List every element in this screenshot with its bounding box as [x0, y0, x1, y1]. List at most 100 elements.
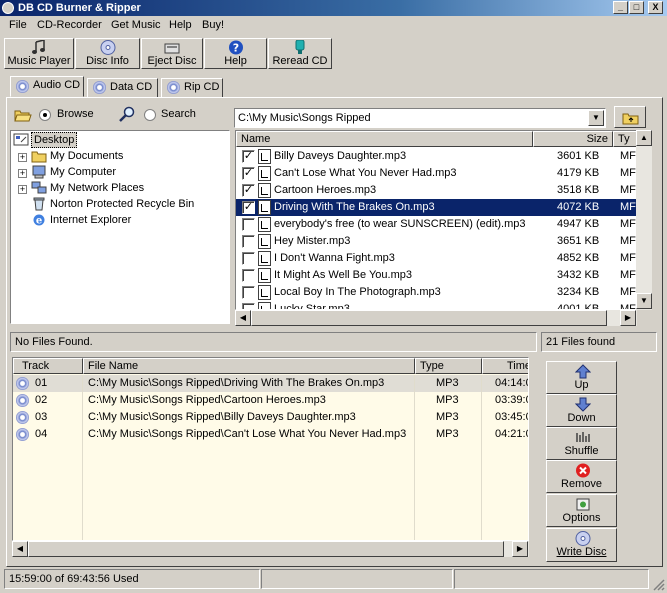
- file-checkbox[interactable]: ✓: [242, 184, 255, 197]
- mp3-file-icon: [258, 251, 271, 266]
- resize-grip-icon[interactable]: [651, 577, 665, 591]
- reread-icon: [295, 40, 305, 54]
- file-row[interactable]: ✓ Driving With The Brakes On.mp3 4072 KB MF: [236, 199, 636, 216]
- shuffle-button[interactable]: Shuffle: [546, 427, 617, 460]
- file-row[interactable]: ✓ Billy Daveys Daughter.mp3 3601 KB MF: [236, 148, 636, 165]
- help-button[interactable]: ? Help: [204, 38, 267, 69]
- menu-file[interactable]: File: [9, 18, 27, 32]
- file-checkbox[interactable]: [242, 252, 255, 265]
- mp3-file-icon: [258, 166, 271, 181]
- track-row[interactable]: 02 C:\My Music\Songs Ripped\Cartoon Heroe…: [13, 392, 528, 409]
- column-header-name[interactable]: Name: [236, 131, 533, 147]
- column-header-type[interactable]: Type: [415, 358, 482, 374]
- folder-tree[interactable]: Desktop + My Documents + My Computer + M…: [10, 130, 230, 324]
- column-header-track[interactable]: Track: [13, 358, 83, 374]
- tab-rip-cd-label: Rip CD: [184, 81, 220, 93]
- options-button[interactable]: Options: [546, 494, 617, 527]
- file-name: Local Boy In The Photograph.mp3: [274, 286, 441, 298]
- track-list[interactable]: Track File Name Type Time 01 C:\My Music\…: [12, 357, 529, 541]
- file-row[interactable]: Local Boy In The Photograph.mp3 3234 KB MF: [236, 284, 636, 301]
- file-checkbox[interactable]: [242, 218, 255, 231]
- track-row[interactable]: 01 C:\My Music\Songs Ripped\Driving With …: [13, 375, 529, 392]
- expand-icon[interactable]: +: [18, 153, 27, 162]
- track-list-hscrollbar[interactable]: ◀ ▶: [12, 541, 529, 557]
- eject-disc-button[interactable]: Eject Disc: [141, 38, 203, 69]
- down-button[interactable]: Down: [546, 394, 617, 427]
- search-radio[interactable]: [144, 109, 156, 121]
- music-player-button[interactable]: Music Player: [4, 38, 74, 69]
- up-button[interactable]: Up: [546, 361, 617, 394]
- reread-cd-button[interactable]: Reread CD: [268, 38, 332, 69]
- file-checkbox[interactable]: [242, 235, 255, 248]
- browse-radio[interactable]: [39, 109, 51, 121]
- scroll-down-icon[interactable]: ▼: [636, 293, 652, 309]
- remove-button[interactable]: Remove: [546, 460, 617, 493]
- file-row[interactable]: Lucky Star.mp3 4001 KB MF: [236, 301, 636, 309]
- disc-info-label: Disc Info: [86, 55, 129, 67]
- file-row[interactable]: ✓ Can't Lose What You Never Had.mp3 4179 K…: [236, 165, 636, 182]
- down-label: Down: [567, 412, 596, 424]
- write-disc-label: Write Disc: [556, 546, 607, 558]
- scroll-left-icon[interactable]: ◀: [235, 310, 251, 326]
- app-cd-icon: [2, 2, 14, 14]
- file-row[interactable]: everybody's free (to wear SUNSCREEN) (ed…: [236, 216, 636, 233]
- shuffle-label: Shuffle: [564, 445, 599, 457]
- file-list-hscrollbar[interactable]: ◀ ▶: [235, 310, 637, 326]
- scroll-right-icon[interactable]: ▶: [620, 310, 636, 326]
- file-checkbox[interactable]: ✓: [242, 201, 255, 214]
- status-pane-2: [261, 569, 453, 589]
- scroll-right-icon[interactable]: ▶: [512, 541, 528, 557]
- expand-icon[interactable]: +: [18, 169, 27, 178]
- disc-info-button[interactable]: Disc Info: [75, 38, 140, 69]
- file-checkbox[interactable]: [242, 269, 255, 282]
- up-folder-button[interactable]: [614, 106, 646, 128]
- tab-audio-cd[interactable]: Audio CD: [10, 76, 84, 97]
- file-name: Billy Daveys Daughter.mp3: [274, 150, 407, 162]
- track-row[interactable]: 04 C:\My Music\Songs Ripped\Can't Lose Wh…: [13, 426, 529, 443]
- minimize-button[interactable]: _: [613, 1, 628, 14]
- file-checkbox[interactable]: [242, 286, 255, 299]
- tab-rip-cd[interactable]: Rip CD: [161, 78, 223, 97]
- file-checkbox[interactable]: [242, 303, 255, 309]
- menu-cd-recorder[interactable]: CD-Recorder: [37, 18, 102, 32]
- scroll-left-icon[interactable]: ◀: [12, 541, 28, 557]
- title-bar[interactable]: DB CD Burner & Ripper _ □ X: [0, 0, 667, 16]
- folder-open-icon[interactable]: [14, 108, 32, 122]
- file-row[interactable]: I Don't Wanna Fight.mp3 4852 KB MF: [236, 250, 636, 267]
- file-list-scrollbar[interactable]: ▲ ▼: [636, 130, 652, 310]
- menu-get-music[interactable]: Get Music: [111, 18, 161, 32]
- hscroll-thumb[interactable]: [28, 541, 504, 557]
- column-header-type[interactable]: Ty: [613, 131, 636, 147]
- file-row[interactable]: Hey Mister.mp3 3651 KB MF: [236, 233, 636, 250]
- close-button[interactable]: X: [648, 1, 663, 14]
- menu-buy[interactable]: Buy!: [202, 18, 224, 32]
- track-file-name: C:\My Music\Songs Ripped\Cartoon Heroes.…: [88, 394, 326, 406]
- chevron-down-icon[interactable]: ▼: [588, 110, 604, 126]
- remove-icon: [576, 463, 590, 478]
- track-time: 04:14:0: [495, 377, 529, 389]
- column-header-time[interactable]: Time: [482, 358, 528, 374]
- track-time: 04:21:0: [495, 428, 529, 440]
- file-row[interactable]: ✓ Cartoon Heroes.mp3 3518 KB MF: [236, 182, 636, 199]
- scroll-up-icon[interactable]: ▲: [636, 130, 652, 146]
- hscroll-thumb[interactable]: [251, 310, 607, 326]
- expand-icon[interactable]: +: [18, 185, 27, 194]
- file-type: MF: [620, 252, 636, 264]
- file-name: It Might As Well Be You.mp3: [274, 269, 412, 281]
- file-row[interactable]: It Might As Well Be You.mp3 3432 KB MF: [236, 267, 636, 284]
- column-header-size[interactable]: Size: [533, 131, 613, 147]
- maximize-button[interactable]: □: [629, 1, 644, 14]
- file-checkbox[interactable]: ✓: [242, 150, 255, 163]
- column-header-file-name[interactable]: File Name: [83, 358, 415, 374]
- path-combobox[interactable]: C:\My Music\Songs Ripped ▼: [234, 108, 606, 128]
- track-row[interactable]: 03 C:\My Music\Songs Ripped\Billy Daveys …: [13, 409, 528, 426]
- tab-data-cd[interactable]: Data CD: [87, 78, 158, 97]
- file-list[interactable]: Name Size Ty ✓ Billy Daveys Daughter.mp3 3…: [235, 130, 637, 310]
- write-disc-button[interactable]: Write Disc: [546, 528, 617, 562]
- file-name: Driving With The Brakes On.mp3: [274, 201, 435, 213]
- menu-help[interactable]: Help: [169, 18, 192, 32]
- file-size: 3601 KB: [557, 150, 600, 162]
- file-checkbox[interactable]: ✓: [242, 167, 255, 180]
- browse-label: Browse: [57, 108, 94, 120]
- mp3-file-icon: [258, 149, 271, 164]
